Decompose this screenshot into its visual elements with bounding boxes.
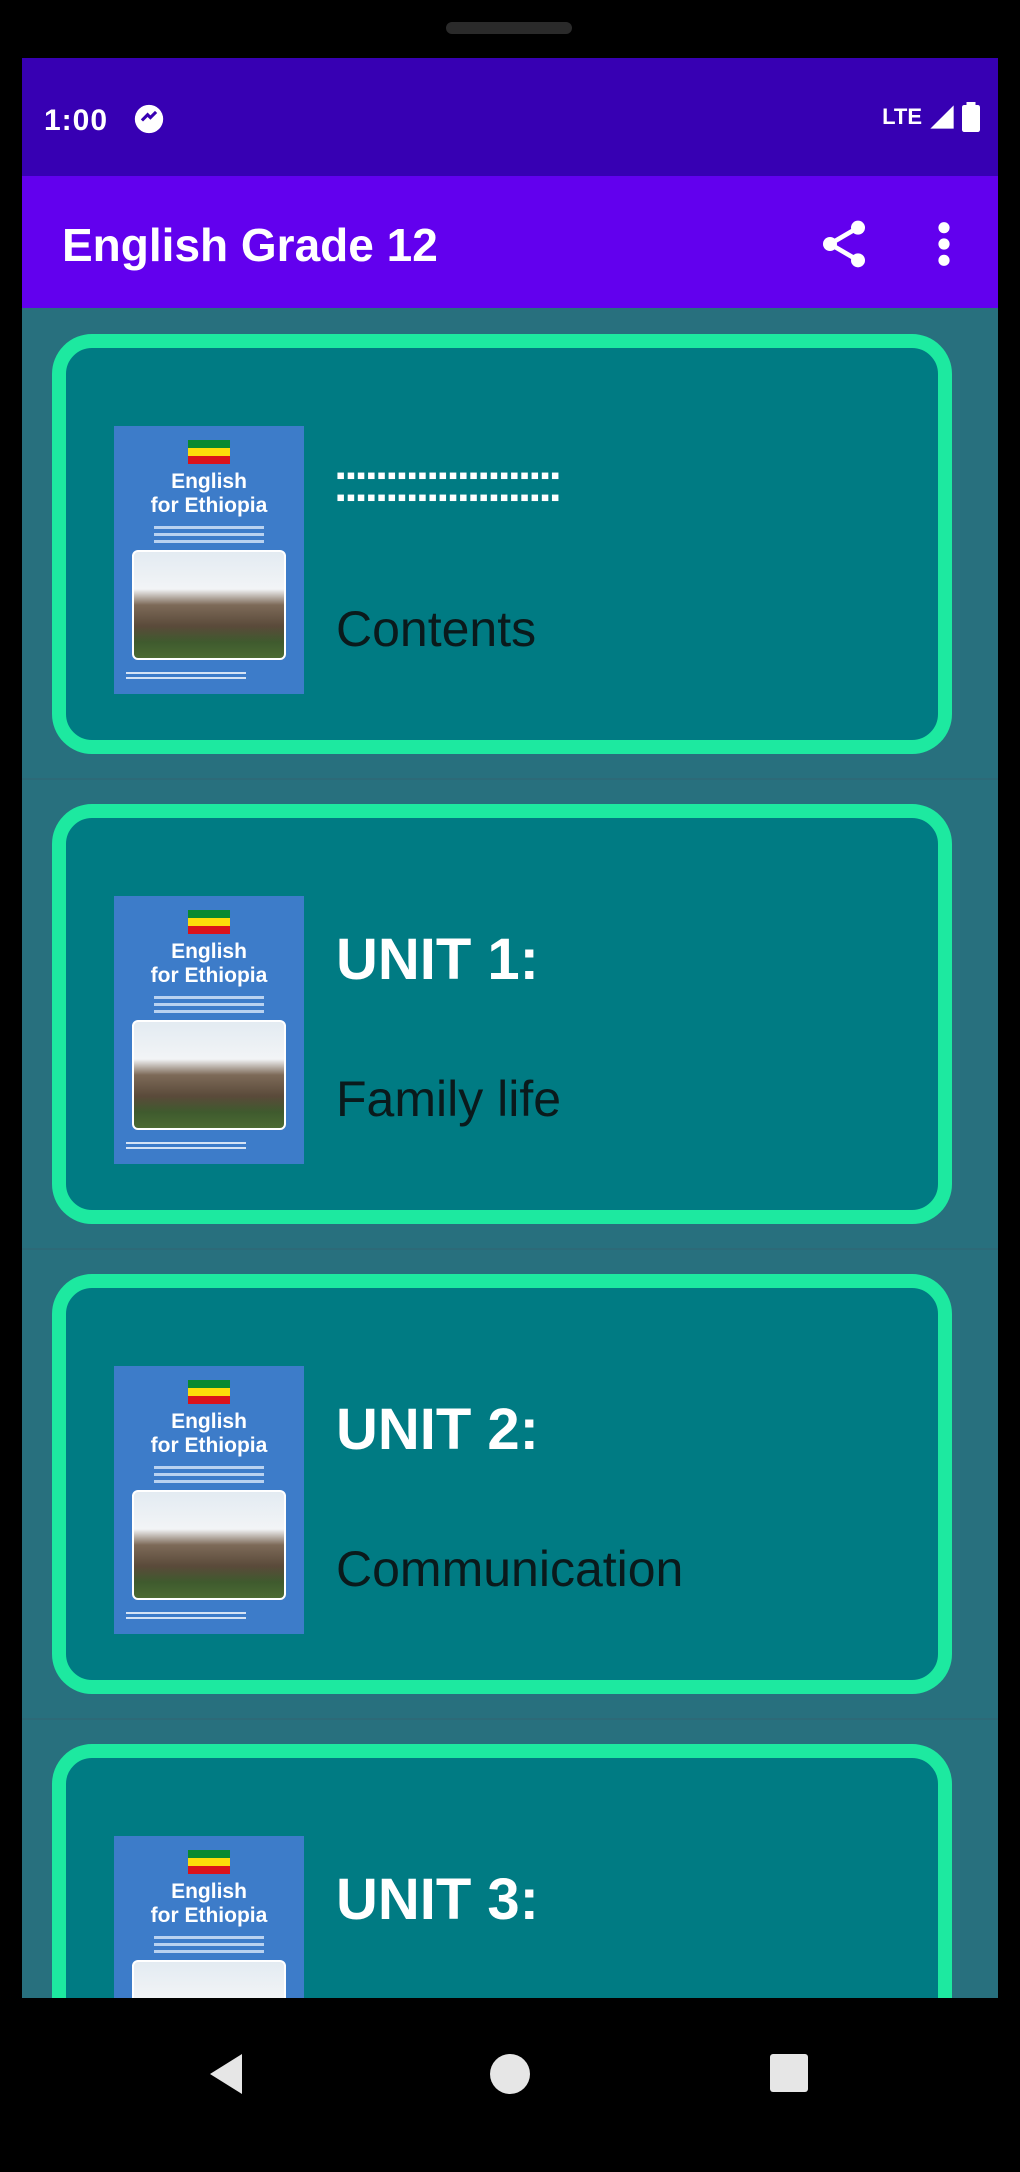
sync-icon <box>134 104 164 134</box>
card-title: UNIT 3: <box>336 1867 539 1932</box>
book-cover-photo <box>132 550 286 660</box>
book-cover-thumbnail: English for Ethiopia <box>114 896 304 1164</box>
lesson-card-unit-3[interactable]: English for Ethiopia UNIT 3: <box>52 1744 952 1998</box>
card-title: UNIT 1: <box>336 927 539 992</box>
book-cover-thumbnail: English for Ethiopia <box>114 1836 304 1998</box>
phone-device: 1:00 LTE English Grade 12 English for Et… <box>0 0 1020 2172</box>
app-title: English Grade 12 <box>62 219 438 271</box>
status-time: 1:00 <box>44 104 109 137</box>
lesson-card-contents[interactable]: English for Ethiopia ▪▪▪▪▪▪▪▪▪▪▪▪▪▪▪▪▪▪▪… <box>52 334 952 754</box>
recents-square-icon[interactable] <box>770 2054 808 2092</box>
book-cover-title: English for Ethiopia <box>150 940 268 987</box>
app-bar: English Grade 12 <box>22 176 998 308</box>
navigation-bar <box>0 1998 1020 2172</box>
book-cover-photo <box>132 1960 286 1998</box>
list-item: English for Ethiopia UNIT 2: Communicati… <box>22 1248 998 1720</box>
card-subtitle: Communication <box>336 1541 684 1597</box>
card-title: ▪▪▪▪▪▪▪▪▪▪▪▪▪▪▪▪▪▪▪▪▪▪ ▪▪▪▪▪▪▪▪▪▪▪▪▪▪▪▪▪… <box>336 460 561 512</box>
lesson-card-unit-2[interactable]: English for Ethiopia UNIT 2: Communicati… <box>52 1274 952 1694</box>
more-vert-icon[interactable] <box>924 216 964 272</box>
list-item: English for Ethiopia UNIT 3: <box>22 1718 998 1998</box>
speaker-grille <box>446 22 572 34</box>
book-cover-thumbnail: English for Ethiopia <box>114 1366 304 1634</box>
status-bar: 1:00 LTE <box>22 58 998 176</box>
card-subtitle: Family life <box>336 1071 562 1127</box>
signal-icon <box>930 105 954 129</box>
screen: 1:00 LTE English Grade 12 English for Et… <box>22 58 998 1998</box>
card-title: UNIT 2: <box>336 1397 539 1462</box>
book-cover-photo <box>132 1020 286 1130</box>
back-triangle-icon[interactable] <box>206 2050 246 2098</box>
list-item: English for Ethiopia UNIT 1: Family life <box>22 778 998 1250</box>
list-item: English for Ethiopia ▪▪▪▪▪▪▪▪▪▪▪▪▪▪▪▪▪▪▪… <box>22 308 998 780</box>
home-circle-icon[interactable] <box>490 2054 530 2094</box>
card-subtitle: Contents <box>336 601 537 657</box>
ethiopia-flag-icon <box>188 1850 230 1874</box>
ethiopia-flag-icon <box>188 1380 230 1404</box>
status-indicators: LTE <box>882 102 980 132</box>
ethiopia-flag-icon <box>188 910 230 934</box>
lesson-card-unit-1[interactable]: English for Ethiopia UNIT 1: Family life <box>52 804 952 1224</box>
battery-icon <box>962 102 980 132</box>
book-cover-title: English for Ethiopia <box>150 470 268 517</box>
book-cover-photo <box>132 1490 286 1600</box>
ethiopia-flag-icon <box>188 440 230 464</box>
share-icon[interactable] <box>816 216 872 272</box>
book-cover-thumbnail: English for Ethiopia <box>114 426 304 694</box>
network-type: LTE <box>882 104 922 129</box>
book-cover-title: English for Ethiopia <box>150 1880 268 1927</box>
book-cover-title: English for Ethiopia <box>150 1410 268 1457</box>
